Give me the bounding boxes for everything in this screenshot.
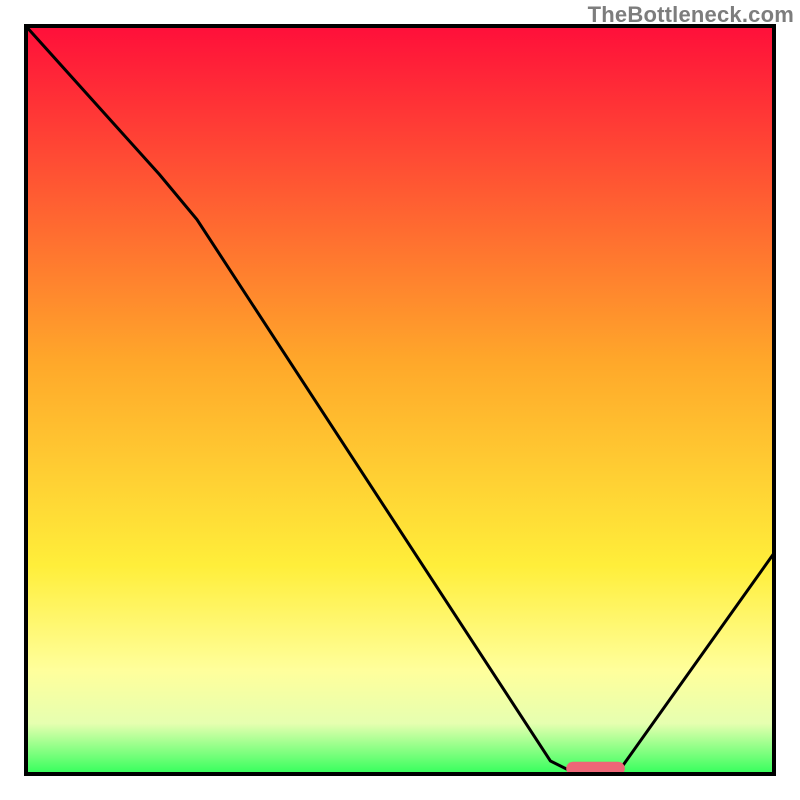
plot-area <box>24 24 776 776</box>
watermark-text: TheBottleneck.com <box>588 2 794 28</box>
gradient-background <box>24 24 776 776</box>
chart-svg <box>24 24 776 776</box>
chart-container: TheBottleneck.com <box>0 0 800 800</box>
